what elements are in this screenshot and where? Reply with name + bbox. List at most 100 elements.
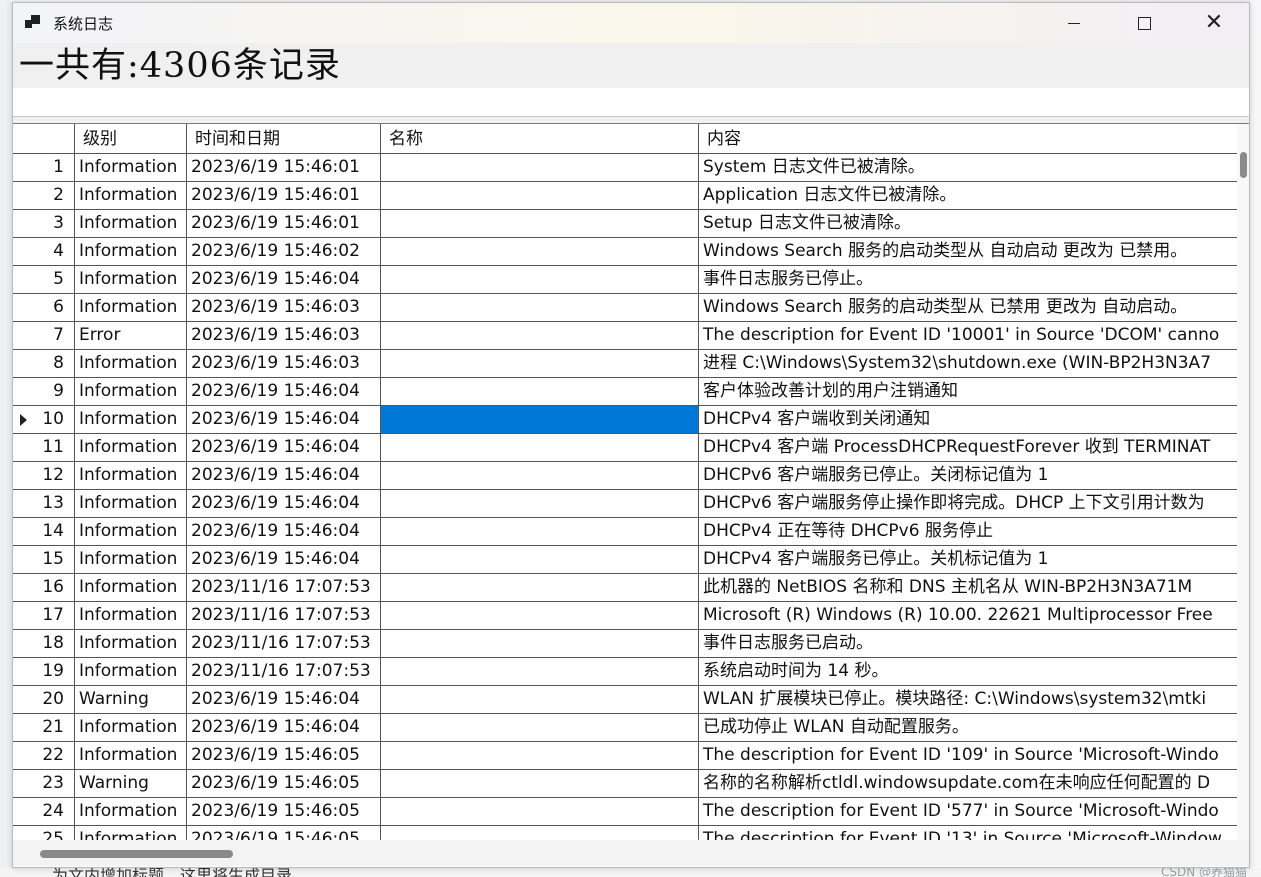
level-cell[interactable]: Warning (75, 686, 187, 713)
name-cell[interactable] (381, 574, 699, 601)
name-cell[interactable] (381, 742, 699, 769)
table-row[interactable]: 2 Information 2023/6/19 15:46:01 Applicatio… (13, 182, 1237, 210)
time-cell[interactable]: 2023/6/19 15:46:01 (187, 182, 381, 209)
row-index-cell[interactable]: 8 (13, 350, 75, 377)
table-row[interactable]: 20 Warning 2023/6/19 15:46:04 WLAN 扩展模块已停止。… (13, 686, 1237, 714)
row-index-cell[interactable]: 13 (13, 490, 75, 517)
vertical-scroll-thumb[interactable] (1240, 152, 1247, 178)
content-cell[interactable]: The description for Event ID '577' in So… (699, 798, 1237, 825)
time-cell[interactable]: 2023/6/19 15:46:05 (187, 798, 381, 825)
time-cell[interactable]: 2023/6/19 15:46:04 (187, 434, 381, 461)
table-row[interactable]: 25 Information 2023/6/19 15:46:05 The descr… (13, 826, 1237, 840)
time-cell[interactable]: 2023/6/19 15:46:04 (187, 686, 381, 713)
row-index-cell[interactable]: 17 (13, 602, 75, 629)
table-row[interactable]: 16 Information 2023/11/16 17:07:53 此机器的 Net… (13, 574, 1237, 602)
table-row[interactable]: 12 Information 2023/6/19 15:46:04 DHCPv6 客户… (13, 462, 1237, 490)
column-header-index[interactable] (13, 124, 75, 154)
content-cell[interactable]: DHCPv4 客户端服务已停止。关机标记值为 1 (699, 546, 1237, 573)
row-index-cell[interactable]: 25 (13, 826, 75, 840)
name-cell[interactable] (381, 378, 699, 405)
row-index-cell[interactable]: 23 (13, 770, 75, 797)
level-cell[interactable]: Information (75, 266, 187, 293)
horizontal-scroll-thumb[interactable] (40, 850, 233, 858)
name-cell[interactable] (381, 490, 699, 517)
close-button[interactable]: ✕ (1179, 3, 1249, 43)
content-cell[interactable]: Setup 日志文件已被清除。 (699, 210, 1237, 237)
level-cell[interactable]: Information (75, 518, 187, 545)
level-cell[interactable]: Warning (75, 770, 187, 797)
time-cell[interactable]: 2023/6/19 15:46:03 (187, 322, 381, 349)
name-cell[interactable] (381, 238, 699, 265)
table-row[interactable]: 18 Information 2023/11/16 17:07:53 事件日志服务已启… (13, 630, 1237, 658)
table-row[interactable]: 15 Information 2023/6/19 15:46:04 DHCPv4 客户… (13, 546, 1237, 574)
row-index-cell[interactable]: 3 (13, 210, 75, 237)
row-index-cell[interactable]: 12 (13, 462, 75, 489)
name-cell[interactable] (381, 770, 699, 797)
row-index-cell[interactable]: 15 (13, 546, 75, 573)
content-cell[interactable]: DHCPv4 正在等待 DHCPv6 服务停止 (699, 518, 1237, 545)
table-row[interactable]: 1 Information 2023/6/19 15:46:01 System 日志文… (13, 154, 1237, 182)
table-row[interactable]: 13 Information 2023/6/19 15:46:04 DHCPv6 客户… (13, 490, 1237, 518)
content-cell[interactable]: 已成功停止 WLAN 自动配置服务。 (699, 714, 1237, 741)
table-row[interactable]: 7 Error 2023/6/19 15:46:03 The description … (13, 322, 1237, 350)
level-cell[interactable]: Information (75, 350, 187, 377)
content-cell[interactable]: Application 日志文件已被清除。 (699, 182, 1237, 209)
content-cell[interactable]: 事件日志服务已启动。 (699, 630, 1237, 657)
name-cell[interactable] (381, 322, 699, 349)
content-cell[interactable]: WLAN 扩展模块已停止。模块路径: C:\Windows\system32\m… (699, 686, 1237, 713)
level-cell[interactable]: Information (75, 602, 187, 629)
content-cell[interactable]: 事件日志服务已停止。 (699, 266, 1237, 293)
level-cell[interactable]: Information (75, 238, 187, 265)
row-index-cell[interactable]: 20 (13, 686, 75, 713)
content-cell[interactable]: The description for Event ID '10001' in … (699, 322, 1237, 349)
level-cell[interactable]: Information (75, 434, 187, 461)
content-cell[interactable]: Microsoft (R) Windows (R) 10.00. 22621 M… (699, 602, 1237, 629)
minimize-button[interactable] (1039, 3, 1109, 43)
level-cell[interactable]: Information (75, 182, 187, 209)
column-header-level[interactable]: 级别 (75, 124, 187, 154)
table-row[interactable]: 4 Information 2023/6/19 15:46:02 Windows Se… (13, 238, 1237, 266)
name-cell[interactable] (381, 602, 699, 629)
row-index-cell[interactable]: 1 (13, 154, 75, 181)
name-cell[interactable] (381, 154, 699, 181)
level-cell[interactable]: Information (75, 630, 187, 657)
table-row[interactable]: 10 Information 2023/6/19 15:46:04 DHCPv4 客户… (13, 406, 1237, 434)
time-cell[interactable]: 2023/6/19 15:46:04 (187, 546, 381, 573)
row-index-cell[interactable]: 9 (13, 378, 75, 405)
time-cell[interactable]: 2023/6/19 15:46:04 (187, 462, 381, 489)
time-cell[interactable]: 2023/6/19 15:46:05 (187, 742, 381, 769)
table-row[interactable]: 23 Warning 2023/6/19 15:46:05 名称的名称解析ctldl.… (13, 770, 1237, 798)
row-index-cell[interactable]: 7 (13, 322, 75, 349)
row-index-cell[interactable]: 5 (13, 266, 75, 293)
time-cell[interactable]: 2023/6/19 15:46:03 (187, 294, 381, 321)
content-cell[interactable]: The description for Event ID '13' in Sou… (699, 826, 1237, 840)
name-cell[interactable] (381, 546, 699, 573)
time-cell[interactable]: 2023/6/19 15:46:04 (187, 490, 381, 517)
level-cell[interactable]: Information (75, 826, 187, 840)
table-row[interactable]: 3 Information 2023/6/19 15:46:01 Setup 日志文件… (13, 210, 1237, 238)
content-cell[interactable]: Windows Search 服务的启动类型从 已禁用 更改为 自动启动。 (699, 294, 1237, 321)
table-row[interactable]: 22 Information 2023/6/19 15:46:05 The descr… (13, 742, 1237, 770)
title-bar[interactable]: 系统日志 ✕ (13, 3, 1249, 43)
level-cell[interactable]: Information (75, 546, 187, 573)
row-index-cell[interactable]: 18 (13, 630, 75, 657)
time-cell[interactable]: 2023/11/16 17:07:53 (187, 574, 381, 601)
level-cell[interactable]: Information (75, 294, 187, 321)
name-cell[interactable] (381, 182, 699, 209)
time-cell[interactable]: 2023/6/19 15:46:04 (187, 518, 381, 545)
content-cell[interactable]: DHCPv6 客户端服务停止操作即将完成。DHCP 上下文引用计数为 (699, 490, 1237, 517)
time-cell[interactable]: 2023/11/16 17:07:53 (187, 658, 381, 685)
column-header-content[interactable]: 内容 (699, 124, 1237, 154)
table-row[interactable]: 8 Information 2023/6/19 15:46:03 进程 C:\Wind… (13, 350, 1237, 378)
row-index-cell[interactable]: 16 (13, 574, 75, 601)
table-row[interactable]: 14 Information 2023/6/19 15:46:04 DHCPv4 正在… (13, 518, 1237, 546)
level-cell[interactable]: Information (75, 406, 187, 433)
content-cell[interactable]: 名称的名称解析ctldl.windowsupdate.com在未响应任何配置的 … (699, 770, 1237, 797)
row-index-cell[interactable]: 21 (13, 714, 75, 741)
maximize-button[interactable] (1109, 3, 1179, 43)
log-data-grid[interactable]: 级别 时间和日期 名称 内容 1 Information 2023/6/19 15:… (13, 123, 1249, 867)
name-cell[interactable] (381, 434, 699, 461)
table-row[interactable]: 19 Information 2023/11/16 17:07:53 系统启动时间为 … (13, 658, 1237, 686)
time-cell[interactable]: 2023/6/19 15:46:04 (187, 266, 381, 293)
time-cell[interactable]: 2023/6/19 15:46:01 (187, 210, 381, 237)
